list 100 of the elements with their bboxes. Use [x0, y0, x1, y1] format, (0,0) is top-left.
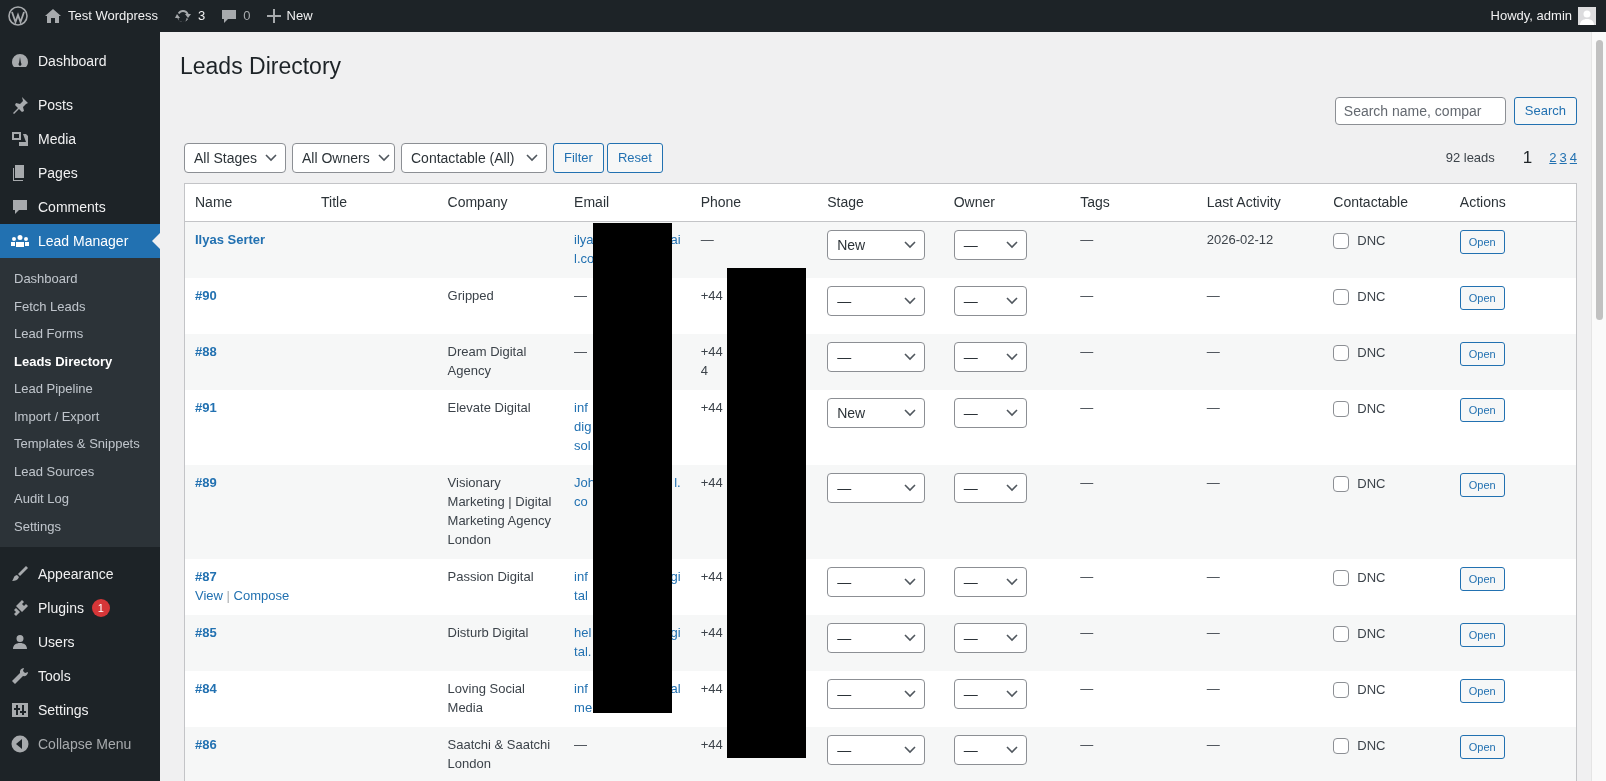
owner-select[interactable]: —	[953, 398, 1027, 428]
dnc-checkbox[interactable]	[1333, 288, 1350, 305]
site-name-link[interactable]: Test Wordpress	[68, 6, 159, 26]
open-button[interactable]: Open	[1459, 735, 1505, 759]
submenu-item[interactable]: Import / Export	[0, 402, 160, 430]
submenu-item[interactable]: Settings	[0, 512, 160, 540]
lead-name-link[interactable]: Ilyas Serter	[195, 232, 266, 247]
new-link[interactable]: New	[286, 6, 313, 26]
email-fragment[interactable]: inf	[574, 567, 588, 586]
owner-select[interactable]: —	[953, 342, 1027, 372]
open-button[interactable]: Open	[1459, 623, 1505, 647]
filter-select[interactable]: Contactable (All)	[401, 143, 547, 173]
email-fragment[interactable]: —	[574, 286, 588, 305]
submenu-item[interactable]: Audit Log	[0, 485, 160, 513]
sidebar-item[interactable]: Media	[0, 122, 160, 156]
search-button[interactable]: Search	[1513, 97, 1577, 125]
lead-name-link[interactable]: #91	[195, 400, 217, 415]
lead-name-link[interactable]: #90	[195, 288, 217, 303]
greeting-link[interactable]: Howdy, admin	[1490, 6, 1572, 26]
lead-name-link[interactable]: #89	[195, 475, 217, 490]
owner-select[interactable]: —	[953, 567, 1027, 597]
dnc-checkbox[interactable]	[1333, 232, 1350, 249]
email-fragment[interactable]: me	[574, 698, 593, 717]
filter-select[interactable]: All Owners	[292, 143, 395, 173]
collapse-menu-button[interactable]: Collapse Menu	[0, 727, 160, 761]
page-link[interactable]: 3	[1559, 148, 1567, 168]
sidebar-item[interactable]: Tools	[0, 659, 160, 693]
email-fragment[interactable]: inf	[574, 679, 588, 698]
scrollbar-thumb[interactable]	[1596, 40, 1603, 320]
sidebar-item[interactable]: Comments	[0, 190, 160, 224]
stage-select[interactable]: —	[827, 735, 926, 765]
open-button[interactable]: Open	[1459, 567, 1505, 591]
submenu-item[interactable]: Leads Directory	[0, 347, 160, 375]
dnc-checkbox[interactable]	[1333, 569, 1350, 586]
open-button[interactable]: Open	[1459, 342, 1505, 366]
sidebar-item[interactable]: Pages	[0, 156, 160, 190]
submenu-item[interactable]: Lead Forms	[0, 320, 160, 348]
lead-name-link[interactable]: #87	[195, 569, 217, 584]
submenu-item[interactable]: Fetch Leads	[0, 292, 160, 320]
row-action-link[interactable]: View	[195, 588, 223, 603]
email-fragment[interactable]: tal.	[574, 642, 592, 661]
stage-select[interactable]: —	[827, 623, 926, 653]
dnc-checkbox[interactable]	[1333, 625, 1350, 642]
email-fragment[interactable]: l.	[674, 473, 681, 492]
dnc-checkbox[interactable]	[1333, 400, 1350, 417]
submenu-item[interactable]: Templates & Snippets	[0, 430, 160, 458]
owner-select[interactable]: —	[953, 230, 1027, 260]
lead-name-link[interactable]: #88	[195, 344, 217, 359]
email-fragment[interactable]: —	[574, 342, 588, 361]
updates-count[interactable]: 3	[198, 6, 206, 26]
email-fragment[interactable]: co	[574, 492, 588, 511]
search-field[interactable]: Search name, compar	[1334, 97, 1506, 125]
stage-select[interactable]: New	[827, 230, 926, 260]
owner-select[interactable]: —	[953, 473, 1027, 503]
dnc-checkbox[interactable]	[1333, 681, 1350, 698]
sidebar-item[interactable]: Dashboard	[0, 44, 160, 78]
lead-name-link[interactable]: #84	[195, 681, 217, 696]
lead-name-link[interactable]: #85	[195, 625, 217, 640]
row-action-link[interactable]: Compose	[233, 588, 290, 603]
email-fragment[interactable]: inf	[574, 398, 588, 417]
comments-count[interactable]: 0	[243, 6, 251, 26]
sidebar-item[interactable]: Posts	[0, 88, 160, 122]
stage-select[interactable]: New	[827, 398, 926, 428]
dnc-checkbox[interactable]	[1333, 737, 1350, 754]
filter-select[interactable]: All Stages	[184, 143, 286, 173]
dnc-checkbox[interactable]	[1333, 344, 1350, 361]
open-button[interactable]: Open	[1459, 473, 1505, 497]
owner-select[interactable]: —	[953, 679, 1027, 709]
owner-select[interactable]: —	[953, 623, 1027, 653]
open-button[interactable]: Open	[1459, 398, 1505, 422]
open-button[interactable]: Open	[1459, 230, 1505, 254]
sidebar-item[interactable]: Users	[0, 625, 160, 659]
stage-select[interactable]: —	[827, 342, 926, 372]
dnc-checkbox[interactable]	[1333, 475, 1350, 492]
open-button[interactable]: Open	[1459, 679, 1505, 703]
reset-button[interactable]: Reset	[606, 143, 663, 173]
email-fragment[interactable]: dig	[574, 417, 592, 436]
email-fragment[interactable]: hel	[574, 623, 592, 642]
submenu-item[interactable]: Lead Sources	[0, 457, 160, 485]
stage-select[interactable]: —	[827, 567, 926, 597]
owner-select[interactable]: —	[953, 735, 1027, 765]
sidebar-item[interactable]: Settings	[0, 693, 160, 727]
sidebar-item[interactable]: Plugins 1	[0, 591, 160, 625]
stage-select[interactable]: —	[827, 473, 926, 503]
page-link[interactable]: 2	[1549, 148, 1557, 168]
sidebar-item[interactable]: Appearance	[0, 557, 160, 591]
stage-select[interactable]: —	[827, 679, 926, 709]
lead-name-link[interactable]: #86	[195, 737, 217, 752]
stage-select[interactable]: —	[827, 286, 926, 316]
page-link[interactable]: 4	[1569, 148, 1577, 168]
open-button[interactable]: Open	[1459, 286, 1505, 310]
email-fragment[interactable]: sol	[574, 436, 591, 455]
email-fragment[interactable]: —	[574, 735, 588, 754]
filter-button[interactable]: Filter	[553, 143, 604, 173]
owner-select[interactable]: —	[953, 286, 1027, 316]
submenu-item[interactable]: Dashboard	[0, 265, 160, 293]
scrollbar[interactable]	[1591, 32, 1606, 781]
email-fragment[interactable]: ilya	[574, 230, 594, 249]
wordpress-logo-icon[interactable]	[8, 6, 28, 26]
email-fragment[interactable]: tal	[574, 586, 588, 605]
